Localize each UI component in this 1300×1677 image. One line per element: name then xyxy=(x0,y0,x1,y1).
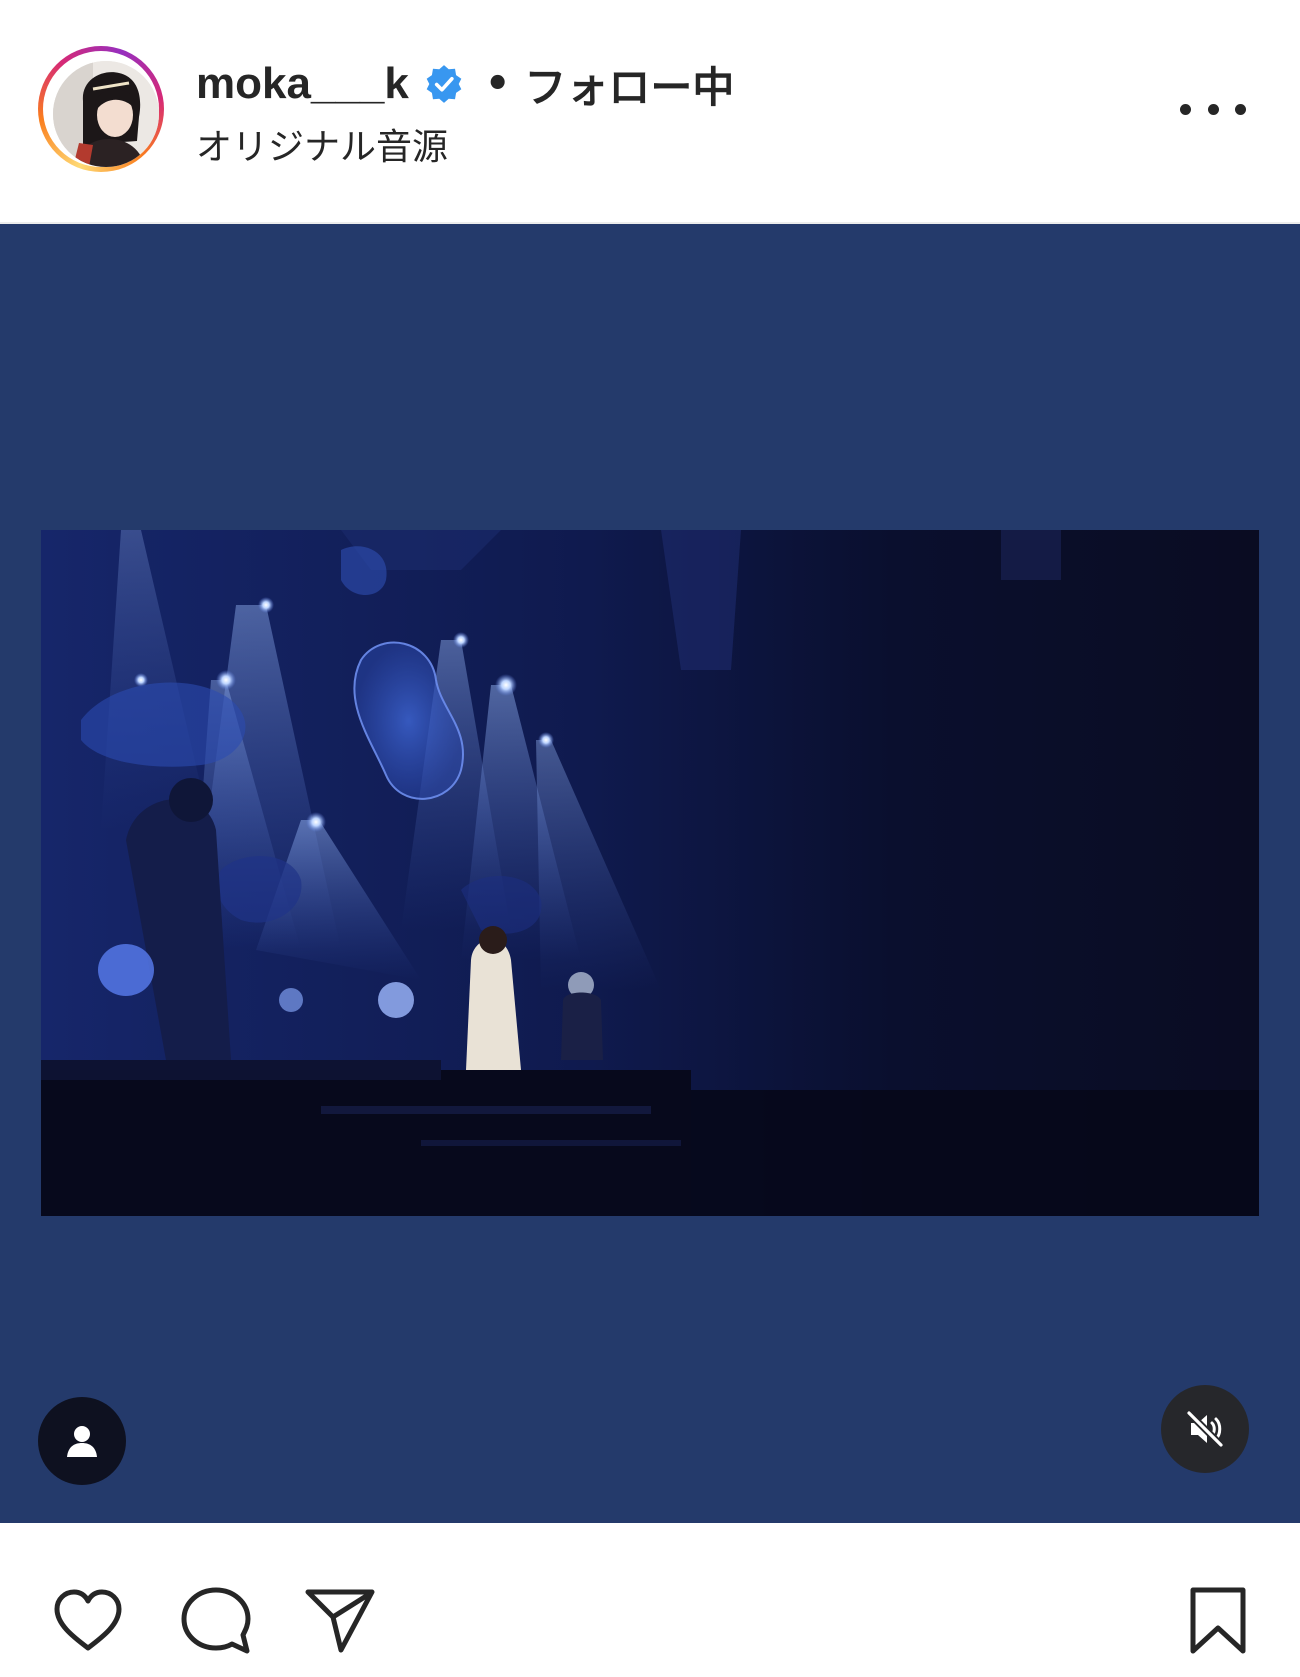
more-options-icon[interactable] xyxy=(1180,84,1246,134)
post-header: moka___k • フォロー中 オリジナル音源 xyxy=(0,0,1300,224)
separator-dot: • xyxy=(484,61,511,107)
audio-link[interactable]: オリジナル音源 xyxy=(196,118,448,170)
user-tag-icon[interactable] xyxy=(38,1397,126,1485)
bookmark-icon[interactable] xyxy=(1180,1583,1256,1659)
username-row: moka___k • フォロー中 xyxy=(196,56,734,112)
post-media[interactable] xyxy=(0,224,1300,1523)
username[interactable]: moka___k xyxy=(196,59,409,109)
concert-stage-image xyxy=(41,530,1259,1216)
follow-status-button[interactable]: フォロー中 xyxy=(524,54,734,115)
verified-badge-icon xyxy=(423,63,465,105)
muted-speaker-icon[interactable] xyxy=(1161,1385,1249,1473)
avatar-image xyxy=(53,61,159,167)
heart-icon[interactable] xyxy=(50,1583,126,1659)
paper-plane-icon[interactable] xyxy=(302,1583,378,1659)
video-player[interactable] xyxy=(41,530,1259,1216)
comment-bubble-icon[interactable] xyxy=(178,1583,254,1659)
avatar[interactable] xyxy=(53,61,159,167)
story-ring[interactable] xyxy=(38,46,164,172)
action-bar xyxy=(0,1523,1300,1677)
